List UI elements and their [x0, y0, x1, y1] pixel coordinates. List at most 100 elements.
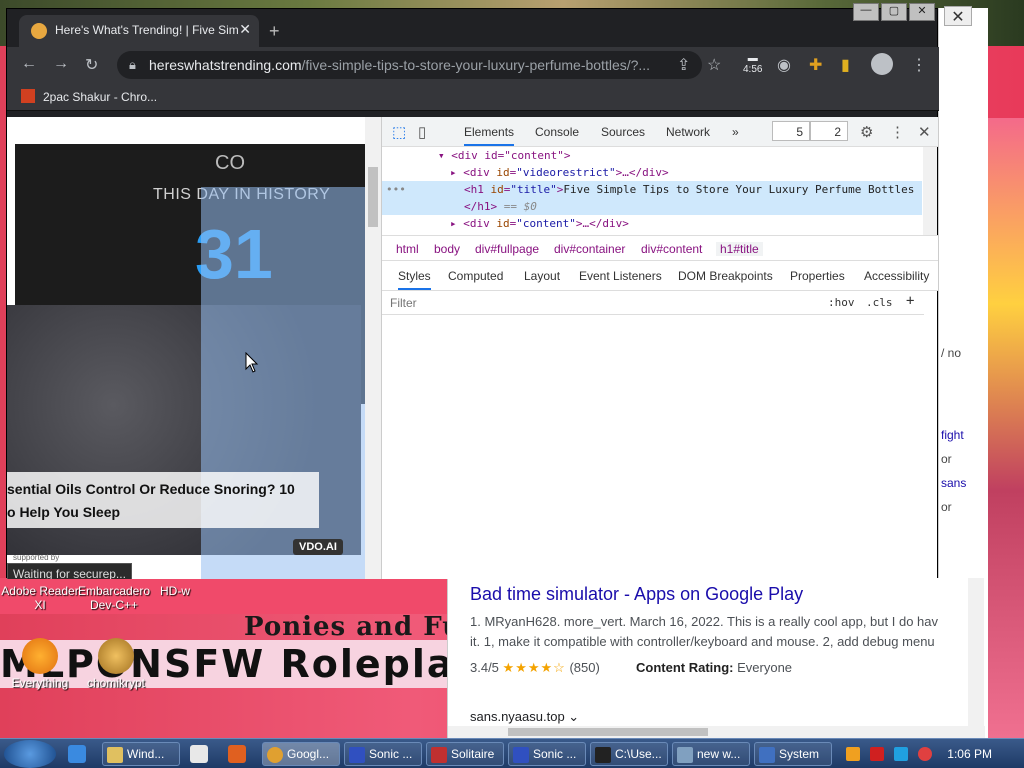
scrollbar-thumb[interactable] — [508, 728, 708, 736]
start-button[interactable] — [4, 740, 56, 768]
close-window-button[interactable]: ✕ — [909, 3, 935, 21]
dom-scrollbar[interactable] — [923, 147, 937, 235]
flag-tray-icon[interactable] — [870, 747, 884, 761]
share-icon[interactable]: ⇪ — [677, 55, 690, 75]
dom-node[interactable]: ▸ <div id="videorestrict">…</div> — [450, 164, 990, 181]
back-arrow-icon[interactable]: ← — [21, 55, 37, 73]
devtools-close-icon[interactable]: ✕ — [918, 123, 931, 141]
dom-attr-value: "videorestrict" — [516, 166, 616, 179]
dom-node-selected-close[interactable]: </h1> == $0 — [382, 198, 922, 215]
dom-node[interactable]: ▾ <div id="content"> — [438, 147, 978, 164]
taskbar-item[interactable]: Sonic ... — [508, 742, 586, 766]
inspect-icon[interactable]: ⬚ — [392, 123, 406, 141]
cursor-arrow-icon — [245, 352, 259, 373]
taskbar-item-label: System — [779, 747, 820, 761]
tab-computed[interactable]: Computed — [448, 269, 503, 283]
desktop-icon-everything[interactable]: Everything — [0, 638, 80, 690]
bookmark-star-icon[interactable]: ☆ — [707, 55, 721, 75]
taskbar-item[interactable]: Sonic ... — [344, 742, 422, 766]
taskbar-item[interactable]: C:\Use... — [590, 742, 668, 766]
dom-node[interactable]: ▸ <div id="content">…</div> — [450, 215, 990, 232]
tab-console[interactable]: Console — [535, 125, 579, 139]
desktop-icon-adobe-reader[interactable]: Adobe Reader XI — [0, 584, 80, 612]
dom-tree[interactable]: ▾ <div id="content"> ▸ <div id="videores… — [382, 147, 938, 235]
tab-layout[interactable]: Layout — [524, 269, 560, 283]
breadcrumb-item[interactable]: div#fullpage — [475, 242, 539, 256]
search-tray-icon[interactable] — [846, 747, 860, 761]
result-title-link[interactable]: Bad time simulator - Apps on Google Play — [470, 584, 803, 605]
results-horizontal-scrollbar[interactable] — [448, 726, 985, 738]
tab-dom-breakpoints[interactable]: DOM Breakpoints — [678, 269, 773, 283]
menu-dots-icon[interactable]: ⋮ — [911, 55, 927, 75]
desktop-icon-label: Everything — [11, 676, 69, 690]
ie-icon[interactable] — [68, 745, 86, 763]
desktop-icon-chomikrypt[interactable]: chomikrypt — [76, 638, 156, 690]
breadcrumb-item[interactable]: body — [434, 242, 460, 256]
bg-window-close-button[interactable]: ✕ — [944, 6, 972, 26]
page-viewport[interactable]: CO THIS DAY IN HISTORY 31 sential Oils C… — [7, 117, 381, 579]
bookmark-item[interactable]: 2pac Shakur - Chro... — [21, 89, 157, 104]
error-counter[interactable]: 5 — [772, 121, 810, 141]
taskbar-item[interactable]: Googl... — [262, 742, 340, 766]
app-icon[interactable] — [228, 745, 246, 763]
caption-line: sential Oils Control Or Reduce Snoring? … — [7, 481, 295, 497]
bg-snippet: fight — [941, 428, 964, 442]
tab-event-listeners[interactable]: Event Listeners — [579, 269, 662, 283]
browser-tab[interactable]: Here's What's Trending! | Five Sim ✕ — [19, 15, 259, 47]
tab-elements[interactable]: Elements — [464, 125, 515, 146]
forward-arrow-icon[interactable]: → — [53, 55, 69, 73]
download-indicator[interactable]: ▬ 4:56 — [743, 53, 762, 75]
styles-filter-input[interactable] — [390, 296, 810, 310]
reload-icon[interactable]: ↻ — [85, 55, 98, 75]
taskbar-item-label: C:\Use... — [615, 747, 662, 761]
taskbar-item-label: Sonic ... — [533, 747, 577, 761]
sidebar-icon[interactable]: ▮ — [841, 55, 850, 75]
breadcrumb-item[interactable]: div#container — [554, 242, 625, 256]
more-tabs-icon[interactable]: » — [732, 125, 739, 139]
tab-styles[interactable]: Styles — [398, 269, 431, 290]
breadcrumb-item[interactable]: html — [396, 242, 419, 256]
result-site[interactable]: sans.nyaasu.top ⌄ — [470, 709, 579, 725]
tab-close-icon[interactable]: ✕ — [239, 21, 251, 38]
settings-gear-icon[interactable]: ⚙ — [860, 123, 873, 141]
issue-counter[interactable]: 2 — [810, 121, 848, 141]
tab-sources[interactable]: Sources — [601, 125, 645, 139]
vdo-badge[interactable]: VDO.AI — [293, 539, 343, 555]
dom-node-selected[interactable]: ••• <h1 id="title">Five Simple Tips to S… — [382, 181, 922, 198]
desktop-icon-hd[interactable]: HD-w — [150, 584, 200, 598]
breadcrumb-item[interactable]: div#content — [641, 242, 702, 256]
devtools-menu-icon[interactable]: ⋮ — [890, 123, 905, 141]
results-vertical-scrollbar[interactable] — [968, 578, 984, 726]
tab-network[interactable]: Network — [666, 125, 710, 139]
video-caption[interactable]: sential Oils Control Or Reduce Snoring? … — [7, 472, 319, 528]
taskbar-item[interactable]: Solitaire — [426, 742, 504, 766]
taskbar-item[interactable]: new w... — [672, 742, 750, 766]
hov-toggle[interactable]: :hov — [828, 296, 855, 309]
result-snippet: 1. MRyanH628. more_vert. March 16, 2022.… — [470, 612, 970, 652]
site-favicon-icon — [31, 23, 47, 39]
address-bar[interactable]: 🔒︎ hereswhatstrending.com/five-simple-ti… — [117, 51, 702, 79]
taskbar-item[interactable]: Wind... — [102, 742, 180, 766]
tab-accessibility[interactable]: Accessibility — [864, 269, 929, 283]
minimize-button[interactable]: — — [853, 3, 879, 21]
monitor-tray-icon[interactable] — [894, 747, 908, 761]
maximize-button[interactable]: ▢ — [881, 3, 907, 21]
device-toggle-icon[interactable]: ▯ — [418, 123, 426, 141]
cls-toggle[interactable]: .cls — [866, 296, 893, 309]
profile-avatar[interactable] — [871, 53, 893, 75]
extension-icon[interactable]: ◉ — [777, 55, 791, 75]
new-style-rule-icon[interactable]: + — [906, 293, 914, 309]
new-tab-icon[interactable]: + — [269, 21, 280, 42]
scrollbar-thumb[interactable] — [368, 167, 378, 227]
taskbar-item[interactable]: System — [754, 742, 832, 766]
desktop-icon-embarcadero[interactable]: Embarcadero Dev-C++ — [74, 584, 154, 612]
clock[interactable]: 1:06 PM — [947, 747, 992, 761]
volume-tray-icon[interactable] — [918, 747, 932, 761]
page-scrollbar[interactable] — [365, 117, 381, 579]
puzzle-icon[interactable]: ✚ — [809, 55, 822, 75]
media-icon[interactable] — [190, 745, 208, 763]
dom-attr: id — [490, 183, 504, 196]
breadcrumb-item-selected[interactable]: h1#title — [716, 242, 763, 256]
dom-tag: <div — [463, 166, 490, 179]
tab-properties[interactable]: Properties — [790, 269, 845, 283]
